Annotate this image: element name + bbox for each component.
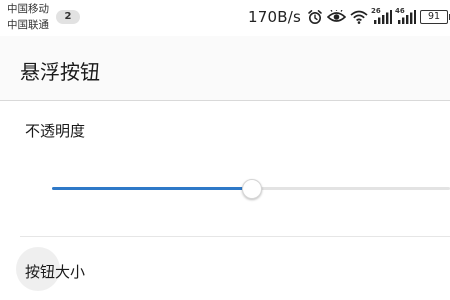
signal-2-network-tag: 46	[395, 7, 405, 15]
battery-level: 91	[427, 11, 441, 22]
signal-icon: 26	[371, 7, 392, 24]
opacity-slider[interactable]	[52, 178, 450, 200]
signal-icon: 46	[395, 7, 416, 24]
opacity-label: 不透明度	[25, 122, 86, 140]
signal-1-network-tag: 26	[371, 7, 381, 15]
slider-fill	[52, 187, 251, 190]
battery-icon: 91	[420, 10, 450, 24]
notification-badge: 2	[56, 10, 80, 24]
carrier-2: 中国联通	[7, 19, 49, 31]
carrier-info: 中国移动 中国联通	[7, 1, 49, 33]
alarm-icon	[307, 9, 323, 25]
net-speed: 170B/s	[248, 8, 301, 26]
status-indicators: 170B/s 26 46 91	[248, 6, 450, 28]
button-size-setting[interactable]: 按钮大小	[25, 261, 85, 282]
carrier-1: 中国移动	[7, 3, 49, 15]
page-title: 悬浮按钮	[20, 60, 100, 84]
divider	[20, 236, 450, 237]
slider-thumb[interactable]	[242, 179, 262, 199]
eye-icon	[327, 10, 346, 24]
wifi-icon	[350, 10, 368, 24]
app-toolbar: 悬浮按钮	[0, 36, 450, 101]
status-bar: 中国移动 中国联通 2 170B/s 26 46 91	[0, 0, 450, 36]
